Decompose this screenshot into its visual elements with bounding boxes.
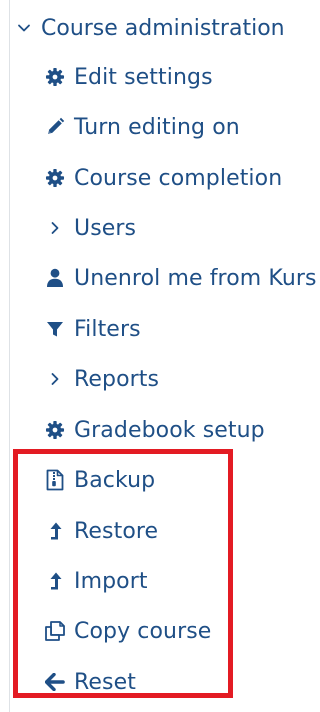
gear-icon xyxy=(36,158,74,198)
chevron-right-icon xyxy=(36,208,74,248)
pencil-icon xyxy=(36,107,74,147)
menu-item-label: Course completion xyxy=(74,165,283,191)
gear-icon xyxy=(36,410,74,450)
highlight-annotation-box xyxy=(13,449,233,698)
header-label: Course administration xyxy=(41,15,285,41)
menu-item-label: Gradebook setup xyxy=(74,417,265,443)
panel-left-border xyxy=(9,0,10,712)
gear-icon xyxy=(36,57,74,97)
course-administration-header[interactable]: Course administration xyxy=(17,8,285,48)
menu-item-users[interactable]: Users xyxy=(36,208,136,248)
chevron-down-icon xyxy=(17,21,41,35)
menu-item-label: Turn editing on xyxy=(74,114,240,140)
menu-item-filters[interactable]: Filters xyxy=(36,309,141,349)
menu-item-reports[interactable]: Reports xyxy=(36,359,159,399)
menu-item-label: Reports xyxy=(74,366,160,392)
menu-item-turn-editing-on[interactable]: Turn editing on xyxy=(36,107,240,147)
menu-item-label: Unenrol me from Kurs xyxy=(74,265,317,291)
user-icon xyxy=(36,258,74,298)
menu-item-label: Edit settings xyxy=(74,64,213,90)
filter-icon xyxy=(36,309,74,349)
menu-item-label: Users xyxy=(74,215,137,241)
menu-item-label: Filters xyxy=(74,316,141,342)
menu-item-gradebook-setup[interactable]: Gradebook setup xyxy=(36,410,265,450)
menu-item-edit-settings[interactable]: Edit settings xyxy=(36,57,213,97)
chevron-right-icon xyxy=(36,359,74,399)
menu-item-course-completion[interactable]: Course completion xyxy=(36,158,282,198)
menu-item-unenrol[interactable]: Unenrol me from Kurs xyxy=(36,258,317,298)
